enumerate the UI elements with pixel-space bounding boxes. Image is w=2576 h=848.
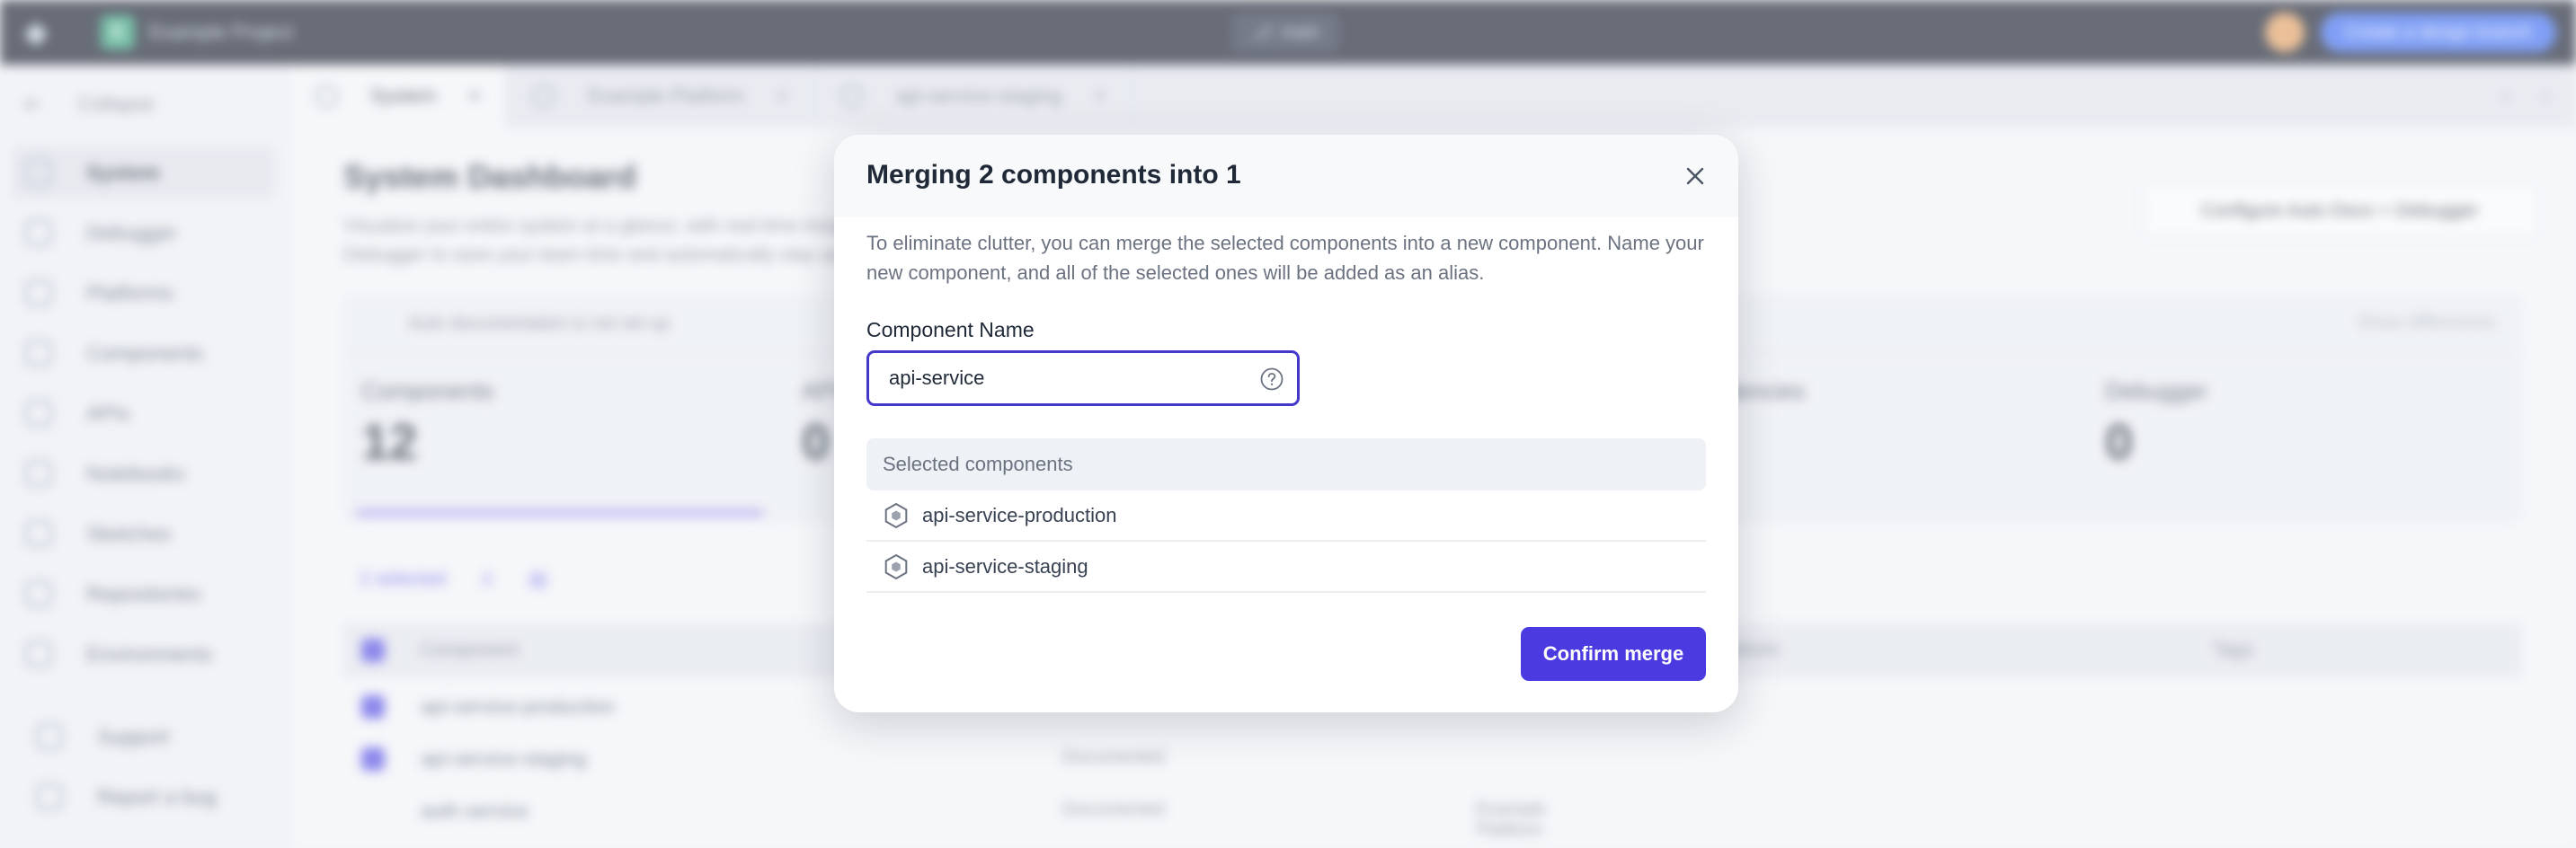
component-name-input[interactable] bbox=[889, 353, 1248, 403]
selected-components-header: Selected components bbox=[866, 438, 1706, 490]
dialog-header: Merging 2 components into 1 bbox=[834, 135, 1738, 217]
selected-components-list: Selected components api-service-producti… bbox=[866, 438, 1706, 593]
list-item: api-service-production bbox=[866, 490, 1706, 542]
merge-components-dialog: Merging 2 components into 1 To eliminate… bbox=[834, 135, 1738, 712]
component-hexagon-icon bbox=[884, 502, 908, 528]
list-item: api-service-staging bbox=[866, 542, 1706, 593]
selected-component-name: api-service-production bbox=[922, 503, 1117, 526]
confirm-merge-button[interactable]: Confirm merge bbox=[1521, 627, 1706, 681]
component-hexagon-icon bbox=[884, 553, 908, 579]
selected-component-name: api-service-staging bbox=[922, 554, 1088, 578]
component-name-label: Component Name bbox=[866, 318, 1035, 341]
help-circle-icon[interactable] bbox=[1259, 367, 1284, 392]
close-dialog-button[interactable] bbox=[1679, 160, 1711, 192]
dialog-title: Merging 2 components into 1 bbox=[866, 160, 1241, 190]
component-name-field bbox=[866, 350, 1300, 406]
dialog-description: To eliminate clutter, you can merge the … bbox=[866, 232, 1704, 284]
close-icon bbox=[1686, 167, 1704, 185]
